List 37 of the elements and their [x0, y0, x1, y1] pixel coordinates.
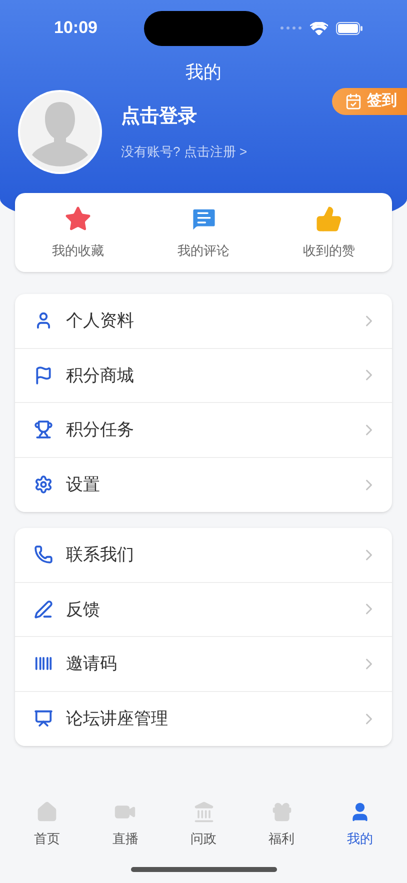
calendar-icon	[345, 93, 362, 110]
register-link[interactable]: 没有账号? 点击注册 >	[121, 142, 248, 161]
menu-item[interactable]: 联系我们	[15, 528, 392, 582]
building-icon	[192, 801, 214, 823]
menu-item[interactable]: 论坛讲座管理	[15, 692, 392, 746]
menu-item[interactable]: 积分商城	[15, 348, 392, 403]
tab[interactable]: 问政	[164, 801, 243, 848]
signal-icon	[280, 26, 302, 30]
phone-icon	[34, 545, 53, 564]
quick-action[interactable]: 我的评论	[140, 193, 266, 272]
tab[interactable]: 福利	[242, 801, 321, 848]
person-icon	[34, 311, 53, 330]
tab[interactable]: 直播	[86, 801, 164, 848]
wifi-icon	[310, 22, 328, 34]
tab[interactable]: 首页	[8, 801, 86, 848]
thumbs-up-icon	[315, 204, 344, 233]
menu-item[interactable]: 反馈	[15, 582, 392, 637]
home-icon	[36, 801, 58, 823]
pen-icon	[34, 600, 53, 619]
battery-icon	[336, 22, 363, 34]
star-icon	[64, 204, 92, 233]
presentation-icon	[34, 709, 53, 728]
settings-icon	[34, 475, 53, 494]
menu-item[interactable]: 个人资料	[15, 294, 392, 348]
login-link[interactable]: 点击登录	[121, 103, 248, 132]
tab[interactable]: 我的	[320, 801, 400, 848]
avatar-icon[interactable]	[18, 90, 102, 174]
flag-icon	[34, 366, 53, 385]
quick-action[interactable]: 收到的赞	[266, 193, 392, 272]
menu-item[interactable]: 积分任务	[15, 403, 392, 458]
status-time: 10:09	[54, 17, 98, 40]
trophy-icon	[34, 420, 53, 440]
page-title: 我的	[186, 60, 222, 84]
menu-item[interactable]: 设置	[15, 458, 392, 512]
gift-icon	[270, 801, 293, 823]
menu-item[interactable]: 邀请码	[15, 637, 392, 692]
quick-action[interactable]: 我的收藏	[15, 193, 141, 272]
